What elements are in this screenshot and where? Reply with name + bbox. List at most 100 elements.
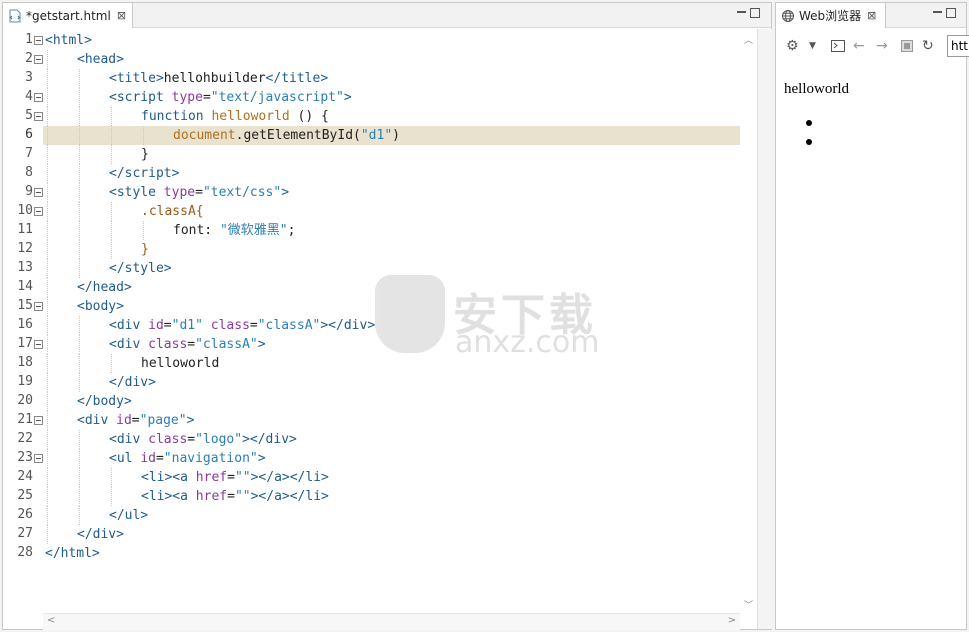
close-tab-icon[interactable]: ⊠ (117, 9, 126, 22)
browser-tab[interactable]: Web浏览器 ⊠ (776, 3, 886, 28)
web-content-text: helloworld (784, 81, 849, 97)
dropdown-icon[interactable]: ▼ (809, 41, 816, 51)
forward-icon[interactable]: → (876, 38, 888, 54)
indent-guide (47, 468, 49, 487)
line-number-26: 26 (3, 506, 43, 525)
indent-guide (47, 259, 49, 278)
code-line-26[interactable]: </ul> (43, 506, 740, 525)
code-line-21[interactable]: <div id="page"> (43, 411, 740, 430)
code-line-28[interactable]: </html> (43, 544, 740, 563)
line-number-label: 17 (17, 336, 33, 351)
refresh-icon[interactable]: ↻ (922, 38, 934, 54)
line-number-27: 27 (3, 525, 43, 544)
code-line-3[interactable]: <title>hellohbuilder</title> (43, 69, 740, 88)
back-icon[interactable]: ← (853, 38, 865, 54)
line-number-11: 11 (3, 221, 43, 240)
code-line-8[interactable]: </script> (43, 164, 740, 183)
maximize-icon[interactable] (750, 8, 760, 18)
shield-logo-icon (375, 275, 445, 353)
indent-guide (79, 316, 81, 335)
fold-toggle-icon[interactable] (34, 302, 43, 311)
fold-toggle-icon[interactable] (34, 93, 43, 102)
fold-toggle-icon[interactable] (34, 340, 43, 349)
scroll-up-icon[interactable]: ︿ (744, 33, 753, 46)
indent-guide (111, 126, 113, 145)
editor-tab[interactable]: *getstart.html ⊠ (3, 3, 134, 28)
editor-tabbar: *getstart.html ⊠ (3, 3, 771, 28)
code-line-1[interactable]: <html> (43, 31, 740, 50)
code-line-22[interactable]: <div class="logo"></div> (43, 430, 740, 449)
code-line-24[interactable]: <li><a href=""></a></li> (43, 468, 740, 487)
code-line-5[interactable]: function helloworld () { (43, 107, 740, 126)
indent-guide (111, 468, 113, 487)
indent-guide (47, 278, 49, 297)
code-text: <html> (45, 33, 92, 48)
code-line-2[interactable]: <head> (43, 50, 740, 69)
line-number-label: 15 (17, 298, 33, 313)
fold-toggle-icon[interactable] (34, 55, 43, 64)
line-number-label: 13 (17, 260, 33, 275)
maximize-icon[interactable] (946, 8, 956, 18)
url-input[interactable]: htt (947, 35, 969, 57)
line-number-9: 9 (3, 183, 43, 202)
indent-guide (79, 164, 81, 183)
indent-guide (47, 50, 49, 69)
indent-guide (47, 354, 49, 373)
scroll-right-icon[interactable]: > (728, 615, 736, 626)
minimize-icon[interactable] (737, 10, 746, 13)
indent-guide (111, 240, 113, 259)
code-text: helloworld (141, 356, 220, 371)
fold-toggle-icon[interactable] (34, 112, 43, 121)
line-number-4: 4 (3, 88, 43, 107)
indent-guide (79, 88, 81, 107)
code-line-18[interactable]: helloworld (43, 354, 740, 373)
vertical-scrollbar[interactable]: ︿ ﹀ (740, 29, 756, 615)
indent-guide (47, 297, 49, 316)
code-line-7[interactable]: } (43, 145, 740, 164)
indent-guide (47, 183, 49, 202)
line-number-25: 25 (3, 487, 43, 506)
code-line-11[interactable]: font: "微软雅黑"; (43, 221, 740, 240)
line-number-22: 22 (3, 430, 43, 449)
line-number-label: 11 (17, 222, 33, 237)
code-line-9[interactable]: <style type="text/css"> (43, 183, 740, 202)
scroll-left-icon[interactable]: < (47, 615, 55, 626)
code-line-4[interactable]: <script type="text/javascript"> (43, 88, 740, 107)
indent-guide (79, 449, 81, 468)
scroll-down-icon[interactable]: ﹀ (744, 598, 753, 611)
indent-guide (47, 88, 49, 107)
fold-toggle-icon[interactable] (34, 207, 43, 216)
line-number-label: 26 (17, 507, 33, 522)
code-text: <div id="page"> (77, 413, 195, 428)
code-line-20[interactable]: </body> (43, 392, 740, 411)
code-line-19[interactable]: </div> (43, 373, 740, 392)
indent-guide (47, 449, 49, 468)
code-line-25[interactable]: <li><a href=""></a></li> (43, 487, 740, 506)
code-line-6[interactable]: document.getElementById("d1") (43, 126, 740, 145)
line-number-label: 7 (25, 146, 33, 161)
fold-toggle-icon[interactable] (34, 416, 43, 425)
code-line-27[interactable]: </div> (43, 525, 740, 544)
browser-window-controls (933, 6, 956, 19)
indent-guide (79, 468, 81, 487)
minimize-icon[interactable] (933, 10, 942, 13)
gear-icon[interactable]: ⚙ (786, 38, 799, 54)
close-tab-icon[interactable]: ⊠ (867, 9, 876, 22)
code-text: font: "微软雅黑"; (173, 223, 296, 238)
code-line-23[interactable]: <ul id="navigation"> (43, 449, 740, 468)
code-line-12[interactable]: } (43, 240, 740, 259)
line-number-17: 17 (3, 335, 43, 354)
line-number-label: 23 (17, 450, 33, 465)
fold-toggle-icon[interactable] (34, 188, 43, 197)
fold-toggle-icon[interactable] (34, 454, 43, 463)
stop-icon[interactable] (901, 40, 913, 52)
code-line-10[interactable]: .classA{ (43, 202, 740, 221)
fold-toggle-icon[interactable] (34, 36, 43, 45)
horizontal-scrollbar[interactable]: < > (43, 613, 740, 630)
line-number-23: 23 (3, 449, 43, 468)
code-text: <title>hellohbuilder</title> (109, 71, 329, 86)
code-text: document.getElementById("d1") (173, 128, 400, 143)
indent-guide (47, 506, 49, 525)
code-text: <ul id="navigation"> (109, 451, 266, 466)
console-icon[interactable] (831, 40, 845, 52)
